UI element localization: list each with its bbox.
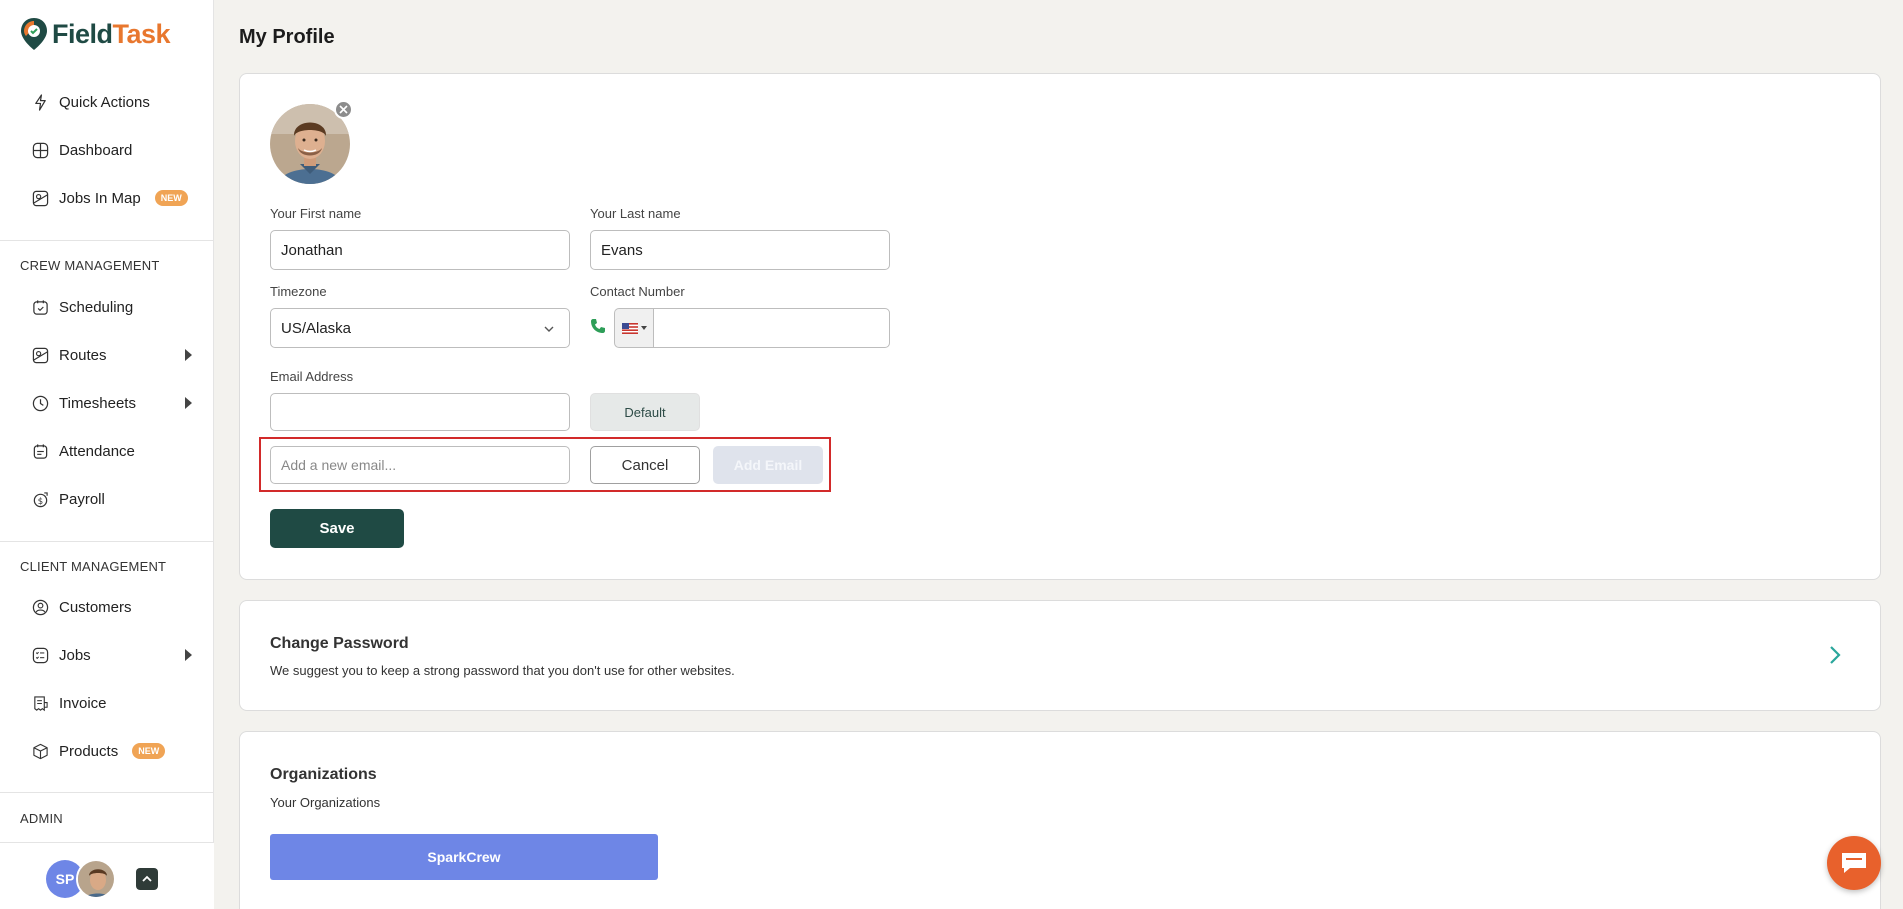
sidebar-divider xyxy=(0,541,214,542)
sidebar-item-label: Quick Actions xyxy=(59,93,150,111)
save-button[interactable]: Save xyxy=(270,509,404,548)
contact-number-label: Contact Number xyxy=(590,284,685,299)
chat-icon xyxy=(1842,853,1866,873)
sidebar-item-timesheets[interactable]: Timesheets xyxy=(32,390,192,416)
sidebar-divider xyxy=(0,792,214,793)
logo[interactable]: FieldTask xyxy=(20,16,171,52)
bolt-icon xyxy=(35,93,46,111)
sidebar-item-routes[interactable]: Routes xyxy=(32,342,192,368)
cancel-button[interactable]: Cancel xyxy=(590,446,700,484)
new-email-input[interactable] xyxy=(270,446,570,484)
last-name-label: Your Last name xyxy=(590,206,681,221)
default-email-button[interactable]: Default xyxy=(590,393,700,431)
chevron-down-icon xyxy=(544,326,554,332)
first-name-label: Your First name xyxy=(270,206,362,221)
email-address-label: Email Address xyxy=(270,369,354,384)
logo-text-field: Field xyxy=(52,18,113,49)
sidebar-item-label: Payroll xyxy=(59,490,105,508)
caret-down-icon xyxy=(641,326,647,330)
organizations-card: Organizations Your Organizations SparkCr… xyxy=(239,731,1881,909)
sidebar: FieldTask Quick Actions Dashboard Jobs I… xyxy=(0,0,214,909)
box-icon xyxy=(33,743,48,759)
sidebar-item-dashboard[interactable]: Dashboard xyxy=(32,137,192,163)
timezone-value: US/Alaska xyxy=(281,319,352,337)
sidebar-item-label: Timesheets xyxy=(59,394,136,412)
contact-number-input[interactable] xyxy=(653,308,890,348)
sidebar-item-customers[interactable]: Customers xyxy=(32,594,192,620)
logo-pin-icon xyxy=(21,18,47,50)
attendance-icon xyxy=(33,443,48,459)
sidebar-item-payroll[interactable]: $ Payroll xyxy=(32,486,192,512)
sidebar-item-label: Products xyxy=(59,742,119,760)
organizations-subtitle: Your Organizations xyxy=(270,795,381,810)
sidebar-item-products[interactable]: Products NEW xyxy=(32,738,192,764)
us-flag-icon xyxy=(622,322,638,334)
clock-icon xyxy=(32,395,49,411)
remove-photo-button[interactable] xyxy=(334,100,353,119)
profile-avatar[interactable] xyxy=(270,100,353,184)
dashboard-icon xyxy=(32,142,49,158)
customers-icon xyxy=(32,599,49,615)
svg-text:$: $ xyxy=(38,496,43,506)
sidebar-item-scheduling[interactable]: Scheduling xyxy=(32,294,192,320)
section-admin: ADMIN xyxy=(20,811,63,826)
sidebar-item-label: Attendance xyxy=(59,442,135,460)
caret-right-icon xyxy=(185,649,192,661)
change-password-description: We suggest you to keep a strong password… xyxy=(270,663,735,678)
sidebar-item-invoice[interactable]: Invoice xyxy=(32,690,192,716)
expand-up-button[interactable] xyxy=(136,868,158,890)
section-crew-management: CREW MANAGEMENT xyxy=(20,258,160,273)
caret-right-icon xyxy=(185,349,192,361)
sidebar-item-attendance[interactable]: Attendance xyxy=(32,438,192,464)
change-password-title: Change Password xyxy=(270,635,409,652)
last-name-input[interactable]: Evans xyxy=(590,230,890,270)
sidebar-item-label: Dashboard xyxy=(59,141,133,159)
first-name-input[interactable]: Jonathan xyxy=(270,230,570,270)
chevron-right-icon[interactable] xyxy=(1828,645,1842,665)
sidebar-item-label: Jobs In Map xyxy=(59,189,141,207)
phone-icon xyxy=(591,319,605,333)
close-icon xyxy=(339,105,348,114)
invoice-icon xyxy=(34,695,48,711)
map-icon xyxy=(32,190,49,206)
email-field[interactable] xyxy=(270,393,570,431)
section-client-management: CLIENT MANAGEMENT xyxy=(20,559,167,574)
page-title: My Profile xyxy=(239,26,335,48)
sidebar-item-label: Routes xyxy=(59,346,107,364)
sidebar-item-jobs-in-map[interactable]: Jobs In Map NEW xyxy=(32,185,192,211)
timezone-label: Timezone xyxy=(270,284,327,299)
sidebar-item-label: Invoice xyxy=(59,694,107,712)
timezone-select[interactable]: US/Alaska xyxy=(270,308,570,348)
organization-sparkcrew-button[interactable]: SparkCrew xyxy=(270,834,658,880)
caret-right-icon xyxy=(185,397,192,409)
calendar-icon xyxy=(33,299,48,315)
chevron-up-icon xyxy=(142,875,152,882)
user-photo xyxy=(78,861,114,897)
sidebar-item-jobs[interactable]: Jobs xyxy=(32,642,192,668)
sidebar-item-label: Jobs xyxy=(59,646,91,664)
route-icon xyxy=(32,347,49,363)
user-avatar[interactable] xyxy=(76,859,116,899)
sidebar-divider xyxy=(0,240,214,241)
add-email-button[interactable]: Add Email xyxy=(713,446,823,484)
country-code-select[interactable] xyxy=(614,308,654,348)
change-password-card[interactable]: Change Password We suggest you to keep a… xyxy=(239,600,1881,711)
sidebar-footer: SP xyxy=(0,842,214,909)
chat-button[interactable] xyxy=(1827,836,1881,890)
sidebar-item-label: Customers xyxy=(59,598,132,616)
logo-text-task: Task xyxy=(112,18,171,49)
profile-card: Your First name Jonathan Your Last name … xyxy=(239,73,1881,580)
new-badge: NEW xyxy=(154,190,188,206)
organizations-title: Organizations xyxy=(270,766,377,783)
sidebar-item-label: Scheduling xyxy=(59,298,134,316)
new-badge: NEW xyxy=(132,743,166,759)
payroll-icon: $ xyxy=(33,491,48,507)
sidebar-item-quick-actions[interactable]: Quick Actions xyxy=(32,89,192,115)
jobs-icon xyxy=(32,647,49,663)
